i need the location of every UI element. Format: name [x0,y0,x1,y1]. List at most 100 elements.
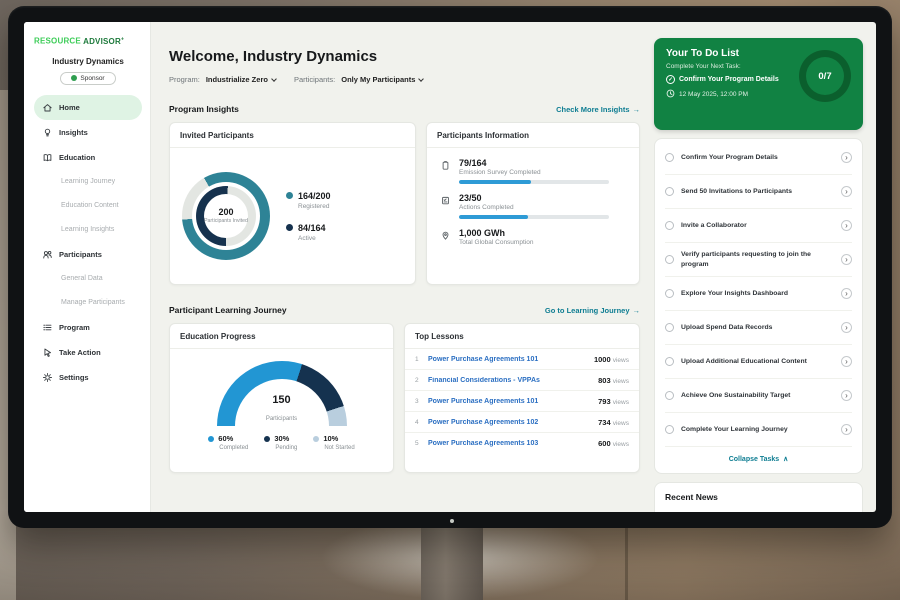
task-chevron-icon[interactable]: › [841,356,852,367]
sidebar-item-settings[interactable]: Settings [34,365,142,390]
program-filter-dropdown[interactable]: Industrialize Zero [206,75,276,84]
sidebar-nav: Home Insights Education Learning Journey… [34,95,142,390]
logo-word-resource: RESOURCE [34,37,81,46]
card-title: Participants Information [427,123,639,148]
task-checkbox[interactable] [665,255,674,264]
task-chevron-icon[interactable]: › [841,254,852,265]
gauge-legend: 60% Completed 30% Pending 10% [170,434,393,451]
recent-news-title: Recent News [665,492,852,502]
todo-subtitle: Complete Your Next Task: [666,63,779,70]
task-checkbox[interactable] [665,289,674,298]
program-filter-label: Program: [169,75,200,84]
chevron-down-icon [271,76,277,82]
clock-icon [666,89,675,100]
actions-progress-bar [459,215,609,219]
donut-legend: 164/200 Registered 84/164 Active [286,191,331,242]
task-chevron-icon[interactable]: › [841,220,852,231]
section-title-learning-journey: Participant Learning Journey [169,305,287,315]
legend-dot-completed [208,436,214,442]
sidebar-item-program[interactable]: Program [34,315,142,340]
app-window: RESOURCE ADVISOR+ Industry Dynamics Spon… [24,22,876,512]
task-row[interactable]: Upload Additional Educational Content › [665,345,852,379]
sidebar-item-take-action[interactable]: Take Action [34,340,142,365]
task-checkbox[interactable] [665,221,674,230]
sidebar-item-learning-insights[interactable]: Learning Insights [34,218,142,242]
task-checkbox[interactable] [665,153,674,162]
sidebar-item-label: Program [59,323,90,332]
todo-summary-card: Your To Do List Complete Your Next Task:… [654,38,863,130]
lesson-link[interactable]: Power Purchase Agreements 101 [428,398,598,405]
lesson-link[interactable]: Financial Considerations - VPPAs [428,377,598,384]
sidebar-item-education-content[interactable]: Education Content [34,194,142,218]
info-row-actions: 23/50 Actions Completed [439,193,627,219]
donut-center: 200 Participants Invited [204,194,248,238]
task-row[interactable]: Send 50 Invitations to Participants › [665,175,852,209]
lesson-link[interactable]: Power Purchase Agreements 101 [428,356,594,363]
task-row[interactable]: Invite a Collaborator › [665,209,852,243]
people-icon [42,249,53,260]
sidebar: RESOURCE ADVISOR+ Industry Dynamics Spon… [24,22,151,512]
monitor-bezel: RESOURCE ADVISOR+ Industry Dynamics Spon… [8,6,892,528]
todo-next-task[interactable]: ✓ Confirm Your Program Details [666,75,779,84]
task-checkbox[interactable] [665,391,674,400]
todo-panel: Your To Do List Complete Your Next Task:… [652,22,876,512]
task-chevron-icon[interactable]: › [841,390,852,401]
task-row[interactable]: Explore Your Insights Dashboard › [665,277,852,311]
sidebar-item-participants[interactable]: Participants [34,242,142,267]
task-chevron-icon[interactable]: › [841,186,852,197]
caret-up-icon: ∧ [783,455,788,463]
lesson-link[interactable]: Power Purchase Agreements 103 [428,440,598,447]
sidebar-item-label: Home [59,103,80,112]
collapse-tasks-button[interactable]: Collapse Tasks ∧ [665,447,852,471]
arrow-right-icon: → [633,105,641,114]
lightbulb-icon [42,127,53,138]
app-logo: RESOURCE ADVISOR+ [34,36,142,46]
task-row[interactable]: Upload Spend Data Records › [665,311,852,345]
cursor-icon [42,347,53,358]
lesson-row: 1 Power Purchase Agreements 101 1000 vie… [405,349,639,370]
clipboard-icon [439,158,451,184]
task-chevron-icon[interactable]: › [841,152,852,163]
legend-dot-registered [286,192,293,199]
task-row[interactable]: Achieve One Sustainability Target › [665,379,852,413]
task-checkbox[interactable] [665,357,674,366]
todo-progress-ring: 0/7 [799,50,851,102]
go-to-learning-journey-link[interactable]: Go to Learning Journey→ [545,306,640,315]
legend-registered: 164/200 Registered [286,191,331,210]
logo-plus: + [121,36,124,42]
sidebar-item-home[interactable]: Home [34,95,142,120]
top-lessons-card: Top Lessons 1 Power Purchase Agreements … [404,323,640,473]
lesson-link[interactable]: Power Purchase Agreements 102 [428,419,598,426]
task-chevron-icon[interactable]: › [841,424,852,435]
task-row[interactable]: Confirm Your Program Details › [665,141,852,175]
sidebar-item-manage-participants[interactable]: Manage Participants [34,291,142,315]
sidebar-item-general-data[interactable]: General Data [34,267,142,291]
task-checkbox[interactable] [665,187,674,196]
card-title: Invited Participants [170,123,415,148]
sidebar-item-learning-journey[interactable]: Learning Journey [34,170,142,194]
check-more-insights-link[interactable]: Check More Insights→ [556,105,640,114]
task-checkbox[interactable] [665,425,674,434]
lesson-row: 3 Power Purchase Agreements 101 793 view… [405,391,639,412]
checklist-icon [439,193,451,219]
learning-journey-header: Participant Learning Journey Go to Learn… [169,305,640,315]
legend-dot-not-started [313,436,319,442]
task-chevron-icon[interactable]: › [841,288,852,299]
task-checkbox[interactable] [665,323,674,332]
sidebar-item-insights[interactable]: Insights [34,120,142,145]
participants-filter-dropdown[interactable]: Only My Participants [341,75,423,84]
legend-pending: 30% Pending [264,434,297,451]
sponsor-badge[interactable]: Sponsor [60,72,116,85]
room-background: RESOURCE ADVISOR+ Industry Dynamics Spon… [0,0,900,600]
sidebar-item-label: Take Action [59,348,101,357]
task-chevron-icon[interactable]: › [841,322,852,333]
power-led [450,519,454,523]
sidebar-item-education[interactable]: Education [34,145,142,170]
task-row[interactable]: Verify participants requesting to join t… [665,243,852,277]
gauge-center: 150 Participants [217,394,347,425]
task-row[interactable]: Complete Your Learning Journey › [665,413,852,447]
invited-donut-chart: 200 Participants Invited [182,172,270,260]
participants-filter-label: Participants: [294,75,335,84]
lesson-row: 4 Power Purchase Agreements 102 734 view… [405,412,639,433]
sidebar-item-label: Participants [59,250,102,259]
